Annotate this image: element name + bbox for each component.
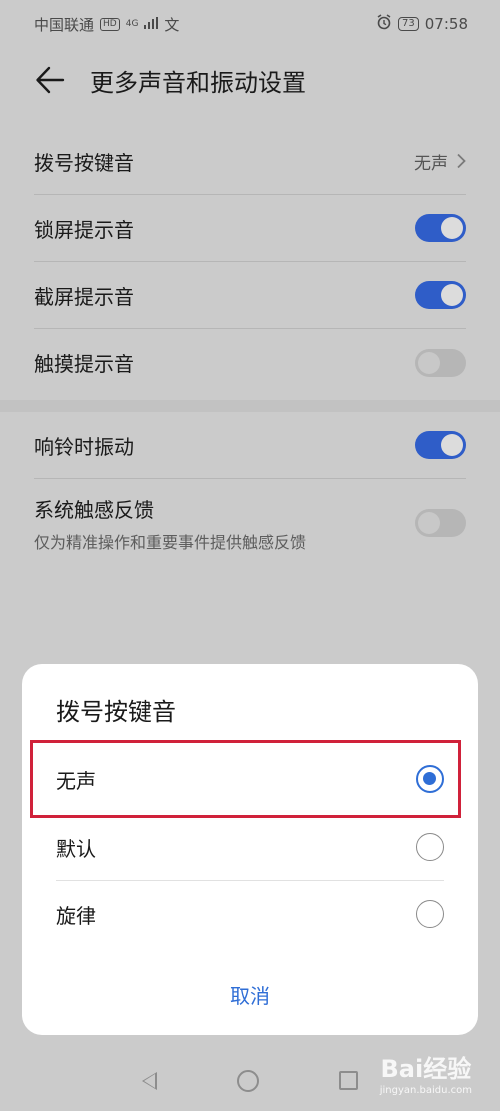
hd-badge: HD xyxy=(100,17,120,31)
status-bar: 中国联通 HD 4G 文 73 07:58 xyxy=(0,0,500,48)
setting-label: 截屏提示音 xyxy=(34,284,134,309)
option-default[interactable]: 默认 xyxy=(56,814,444,880)
nav-back-icon[interactable] xyxy=(142,1071,157,1090)
setting-dial-pad-tone[interactable]: 拨号按键音 无声 xyxy=(34,128,466,195)
option-label: 旋律 xyxy=(56,903,96,928)
cancel-button[interactable]: 取消 xyxy=(22,980,478,1009)
dialog-title: 拨号按键音 xyxy=(56,698,176,726)
watermark-sub: jingyan.baidu.com xyxy=(379,1085,472,1096)
setting-text: 系统触感反馈 仅为精准操作和重要事件提供触感反馈 xyxy=(34,494,306,553)
dial-pad-tone-value: 无声 xyxy=(414,153,448,174)
system-haptics-toggle[interactable] xyxy=(415,509,466,537)
watermark-text: Bai经验 xyxy=(380,1055,472,1083)
setting-label: 触摸提示音 xyxy=(34,352,134,376)
setting-value: 无声 xyxy=(414,149,466,174)
setting-label: 拨号按键音 xyxy=(34,150,134,175)
vibrate-on-ring-toggle[interactable] xyxy=(415,431,466,459)
signal-icon: 4G xyxy=(125,19,139,29)
touch-sound-toggle[interactable] xyxy=(415,348,466,377)
battery-indicator: 73 xyxy=(398,17,419,31)
clock: 07:58 xyxy=(424,15,468,33)
highlight-box xyxy=(30,740,461,818)
setting-label: 响铃时振动 xyxy=(34,434,134,459)
setting-label: 系统触感反馈 xyxy=(34,497,154,522)
setting-touch-sound[interactable]: 触摸提示音 xyxy=(34,329,466,396)
radio-unselected-icon[interactable] xyxy=(416,900,444,928)
setting-sublabel: 仅为精准操作和重要事件提供触感反馈 xyxy=(34,532,307,552)
alarm-icon xyxy=(376,14,392,34)
input-method-icon: 文 xyxy=(164,15,180,34)
settings-group-vibration: 响铃时振动 系统触感反馈 仅为精准操作和重要事件提供触感反馈 xyxy=(0,412,500,567)
page-title: 更多声音和振动设置 xyxy=(90,68,306,97)
back-arrow-icon[interactable] xyxy=(34,64,66,96)
lock-screen-sound-toggle[interactable] xyxy=(415,214,466,242)
settings-list: 拨号按键音 无声 锁屏提示音 截屏提示音 触摸提示音 响铃时振动 系统触感反馈 … xyxy=(0,128,500,567)
signal-bars-icon xyxy=(144,15,159,33)
chevron-right-icon xyxy=(457,153,466,169)
setting-system-haptics[interactable]: 系统触感反馈 仅为精准操作和重要事件提供触感反馈 xyxy=(34,479,466,567)
screenshot-sound-toggle[interactable] xyxy=(415,281,466,309)
option-label: 默认 xyxy=(56,836,96,861)
page-header: 更多声音和振动设置 xyxy=(0,50,500,110)
setting-lock-screen-sound[interactable]: 锁屏提示音 xyxy=(34,195,466,262)
setting-label: 锁屏提示音 xyxy=(34,217,134,242)
option-melody[interactable]: 旋律 xyxy=(56,881,444,947)
watermark: Bai经验 jingyan.baidu.com xyxy=(379,1055,472,1102)
setting-vibrate-on-ring[interactable]: 响铃时振动 xyxy=(34,412,466,479)
carrier-label: 中国联通 xyxy=(34,15,95,34)
setting-screenshot-sound[interactable]: 截屏提示音 xyxy=(34,262,466,329)
section-divider xyxy=(0,400,500,412)
status-right: 73 07:58 xyxy=(376,14,468,34)
dial-pad-tone-dialog: 拨号按键音 无声 默认 旋律 取消 xyxy=(22,664,478,1035)
radio-unselected-icon[interactable] xyxy=(416,833,444,861)
nav-recent-icon[interactable] xyxy=(339,1071,358,1090)
nav-home-icon[interactable] xyxy=(237,1069,259,1092)
status-left: 中国联通 HD 4G 文 xyxy=(34,14,179,35)
